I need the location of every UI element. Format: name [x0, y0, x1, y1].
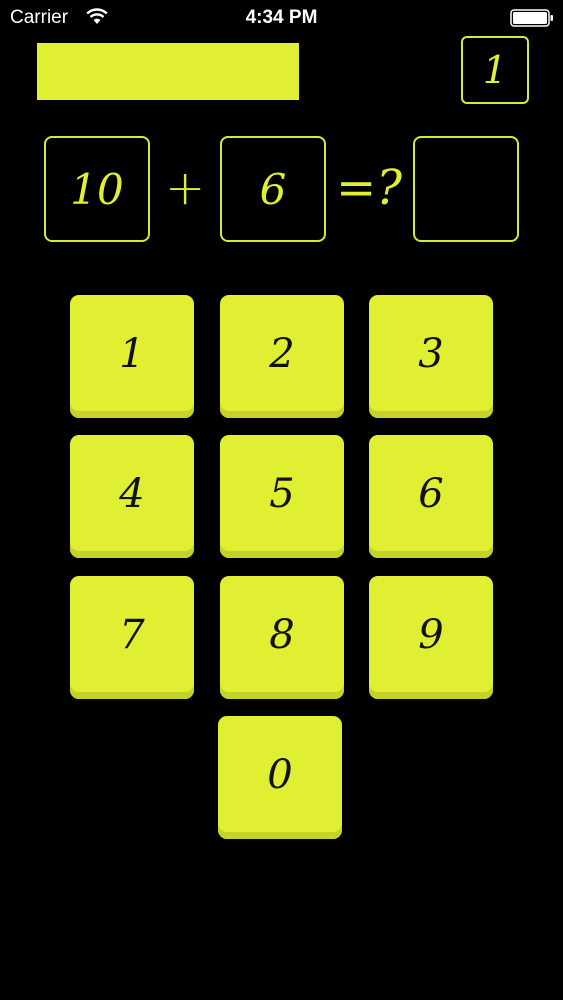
key-3-button[interactable]: 3: [369, 295, 493, 418]
key-6-button[interactable]: 6: [369, 435, 493, 558]
progress-bar: [37, 43, 299, 100]
equals-question-sign: =?: [336, 160, 402, 216]
key-2-button[interactable]: 2: [220, 295, 344, 418]
status-bar: Carrier 4:34 PM: [0, 0, 563, 40]
battery-icon: [510, 9, 553, 27]
operand-a-box: 10: [44, 136, 150, 242]
key-0-button[interactable]: 0: [218, 716, 342, 839]
level-indicator: 1: [461, 36, 529, 104]
key-5-button[interactable]: 5: [220, 435, 344, 558]
plus-sign: +: [165, 160, 206, 216]
key-9-button[interactable]: 9: [369, 576, 493, 699]
key-8-button[interactable]: 8: [220, 576, 344, 699]
answer-box: [413, 136, 519, 242]
operand-b-box: 6: [220, 136, 326, 242]
key-4-button[interactable]: 4: [70, 435, 194, 558]
key-7-button[interactable]: 7: [70, 576, 194, 699]
key-1-button[interactable]: 1: [70, 295, 194, 418]
status-time: 4:34 PM: [245, 7, 318, 28]
